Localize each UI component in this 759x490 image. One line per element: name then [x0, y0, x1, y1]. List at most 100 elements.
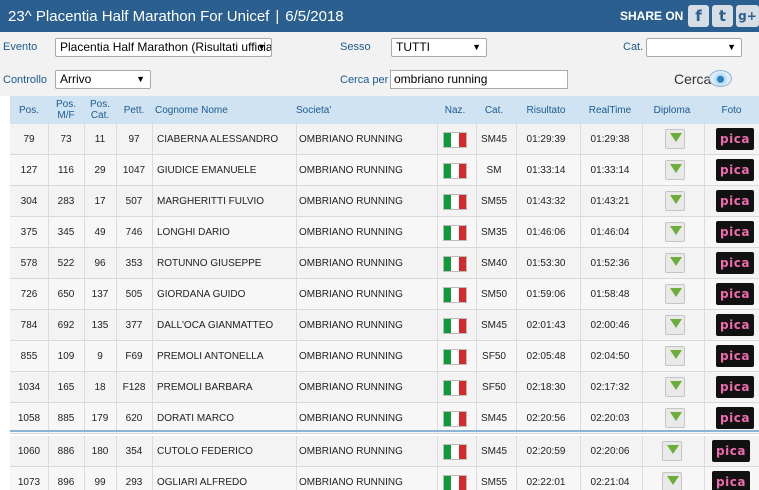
header-realtime[interactable]: RealTime: [580, 96, 640, 124]
cerca-per-label: Cerca per: [340, 74, 389, 86]
diploma-download-icon[interactable]: [665, 284, 685, 304]
header-naz[interactable]: Naz.: [437, 96, 473, 124]
column-divider: [296, 155, 297, 185]
column-divider: [642, 403, 643, 433]
pica-photo-button[interactable]: pica: [716, 221, 754, 243]
column-divider: [296, 124, 297, 154]
pica-photo-button[interactable]: pica: [716, 407, 754, 429]
cell-pett: 377: [125, 319, 143, 331]
table-row[interactable]: 726 650 137 505 GIORDANA GUIDO OMBRIANO RUNNI…: [10, 279, 759, 310]
pica-photo-button[interactable]: pica: [716, 252, 754, 274]
diploma-download-icon[interactable]: [665, 222, 685, 242]
table-row[interactable]: 578 522 96 353 ROTUNNO GIUSEPPE OMBRIANO RUNN…: [10, 248, 759, 279]
pica-photo-button[interactable]: pica: [716, 283, 754, 305]
pica-photo-button[interactable]: pica: [712, 471, 750, 490]
search-input[interactable]: ombriano running: [390, 70, 568, 89]
googleplus-icon[interactable]: g+: [736, 5, 759, 27]
column-divider: [152, 467, 153, 490]
cell-nome: GIUDICE EMANUELE: [157, 164, 257, 176]
cell-pos-cat: 29: [94, 164, 106, 176]
cell-realtime: 01:33:14: [590, 164, 630, 176]
italy-flag-icon: [443, 194, 467, 210]
column-divider: [296, 341, 297, 371]
table-row[interactable]: 1060 886 180 354 CUTOLO FEDERICO OMBRIANO RUN…: [10, 436, 759, 467]
cell-pos-mf: 650: [57, 288, 75, 300]
cell-pett: 505: [125, 288, 143, 300]
cell-pos: 784: [20, 319, 38, 331]
pica-photo-button[interactable]: pica: [716, 159, 754, 181]
cell-pos: 855: [20, 350, 38, 362]
column-divider: [437, 341, 438, 371]
diploma-download-icon[interactable]: [665, 377, 685, 397]
diploma-download-icon[interactable]: [665, 408, 685, 428]
pica-photo-button[interactable]: pica: [716, 345, 754, 367]
cell-cat: SM50: [480, 288, 508, 300]
header-pett[interactable]: Pett.: [116, 96, 152, 124]
cell-pett: F69: [125, 350, 143, 362]
header-pos[interactable]: Pos.: [10, 96, 48, 124]
cell-realtime: 01:29:38: [590, 133, 630, 145]
pica-photo-button[interactable]: pica: [716, 190, 754, 212]
italy-flag-icon: [443, 287, 467, 303]
twitter-icon[interactable]: t: [712, 5, 733, 27]
pica-photo-button[interactable]: pica: [716, 376, 754, 398]
header-nome[interactable]: Cognome Nome: [155, 96, 295, 124]
diploma-download-icon[interactable]: [665, 191, 685, 211]
cell-societa: OMBRIANO RUNNING: [299, 288, 403, 300]
cell-nome: GIORDANA GUIDO: [157, 288, 246, 300]
cell-pos-cat: 180: [91, 445, 109, 457]
diploma-download-icon[interactable]: [665, 160, 685, 180]
diploma-download-icon[interactable]: [662, 441, 682, 461]
pica-photo-button[interactable]: pica: [716, 128, 754, 150]
table-row[interactable]: 304 283 17 507 MARGHERITTI FULVIO OMBRIANO RU…: [10, 186, 759, 217]
cat-select[interactable]: ▼: [646, 38, 742, 57]
cell-realtime: 01:43:21: [590, 195, 630, 207]
column-divider: [296, 372, 297, 402]
cell-realtime: 02:17:32: [590, 381, 630, 393]
column-divider: [642, 467, 643, 490]
page-header: 23^ Placentia Half Marathon For Unicef |…: [0, 0, 759, 32]
table-row[interactable]: 855 109 9 F69 PREMOLI ANTONELLA OMBRIANO RUNN…: [10, 341, 759, 372]
column-divider: [642, 372, 643, 402]
table-row[interactable]: 127 116 29 1047 GIUDICE EMANUELE OMBRIANO RUN…: [10, 155, 759, 186]
column-divider: [642, 124, 643, 154]
evento-select[interactable]: Placentia Half Marathon (Risultati uffic…: [55, 38, 272, 57]
search-eye-icon[interactable]: [709, 70, 732, 87]
diploma-download-icon[interactable]: [665, 253, 685, 273]
cell-pos-cat: 179: [91, 412, 109, 424]
table-row[interactable]: 1073 896 99 293 OGLIARI ALFREDO OMBRIANO RUNN…: [10, 467, 759, 490]
diploma-download-icon[interactable]: [665, 346, 685, 366]
cell-pett: 507: [125, 195, 143, 207]
sesso-select[interactable]: TUTTI ▼: [391, 38, 487, 57]
header-pos-cat[interactable]: Pos. Cat.: [84, 96, 116, 124]
cell-risultato: 02:05:48: [526, 350, 566, 362]
diploma-download-icon[interactable]: [662, 472, 682, 490]
header-societa[interactable]: Societa': [296, 96, 436, 124]
pica-photo-button[interactable]: pica: [712, 440, 750, 462]
diploma-download-icon[interactable]: [665, 129, 685, 149]
diploma-download-icon[interactable]: [665, 315, 685, 335]
header-foto: Foto: [721, 104, 742, 116]
italy-flag-icon: [443, 132, 467, 148]
table-row[interactable]: 79 73 11 97 CIABERNA ALESSANDRO OMBRIANO RUNN…: [10, 124, 759, 155]
table-row[interactable]: 375 345 49 746 LONGHI DARIO OMBRIANO RUNNING S…: [10, 217, 759, 248]
cerca-label: Cerca: [674, 71, 712, 87]
cell-pos-mf: 283: [57, 195, 75, 207]
pica-photo-button[interactable]: pica: [716, 314, 754, 336]
controllo-select[interactable]: Arrivo ▼: [55, 70, 151, 89]
column-divider: [296, 436, 297, 466]
column-divider: [296, 403, 297, 433]
facebook-icon[interactable]: f: [688, 5, 709, 27]
table-row[interactable]: 784 692 135 377 DALL'OCA GIANMATTEO OMBRIANO …: [10, 310, 759, 341]
header-risultato[interactable]: Risultato: [516, 96, 576, 124]
column-divider: [642, 310, 643, 340]
title-separator: |: [275, 7, 280, 25]
header-cat[interactable]: Cat.: [476, 96, 512, 124]
cell-pos-mf: 886: [57, 445, 75, 457]
chevron-down-icon: ▼: [727, 42, 736, 52]
column-divider: [437, 467, 438, 490]
header-pos-mf[interactable]: Pos. M/F: [48, 96, 84, 124]
table-row[interactable]: 1034 165 18 F128 PREMOLI BARBARA OMBRIANO RUN…: [10, 372, 759, 403]
column-divider: [437, 436, 438, 466]
column-divider: [642, 217, 643, 247]
